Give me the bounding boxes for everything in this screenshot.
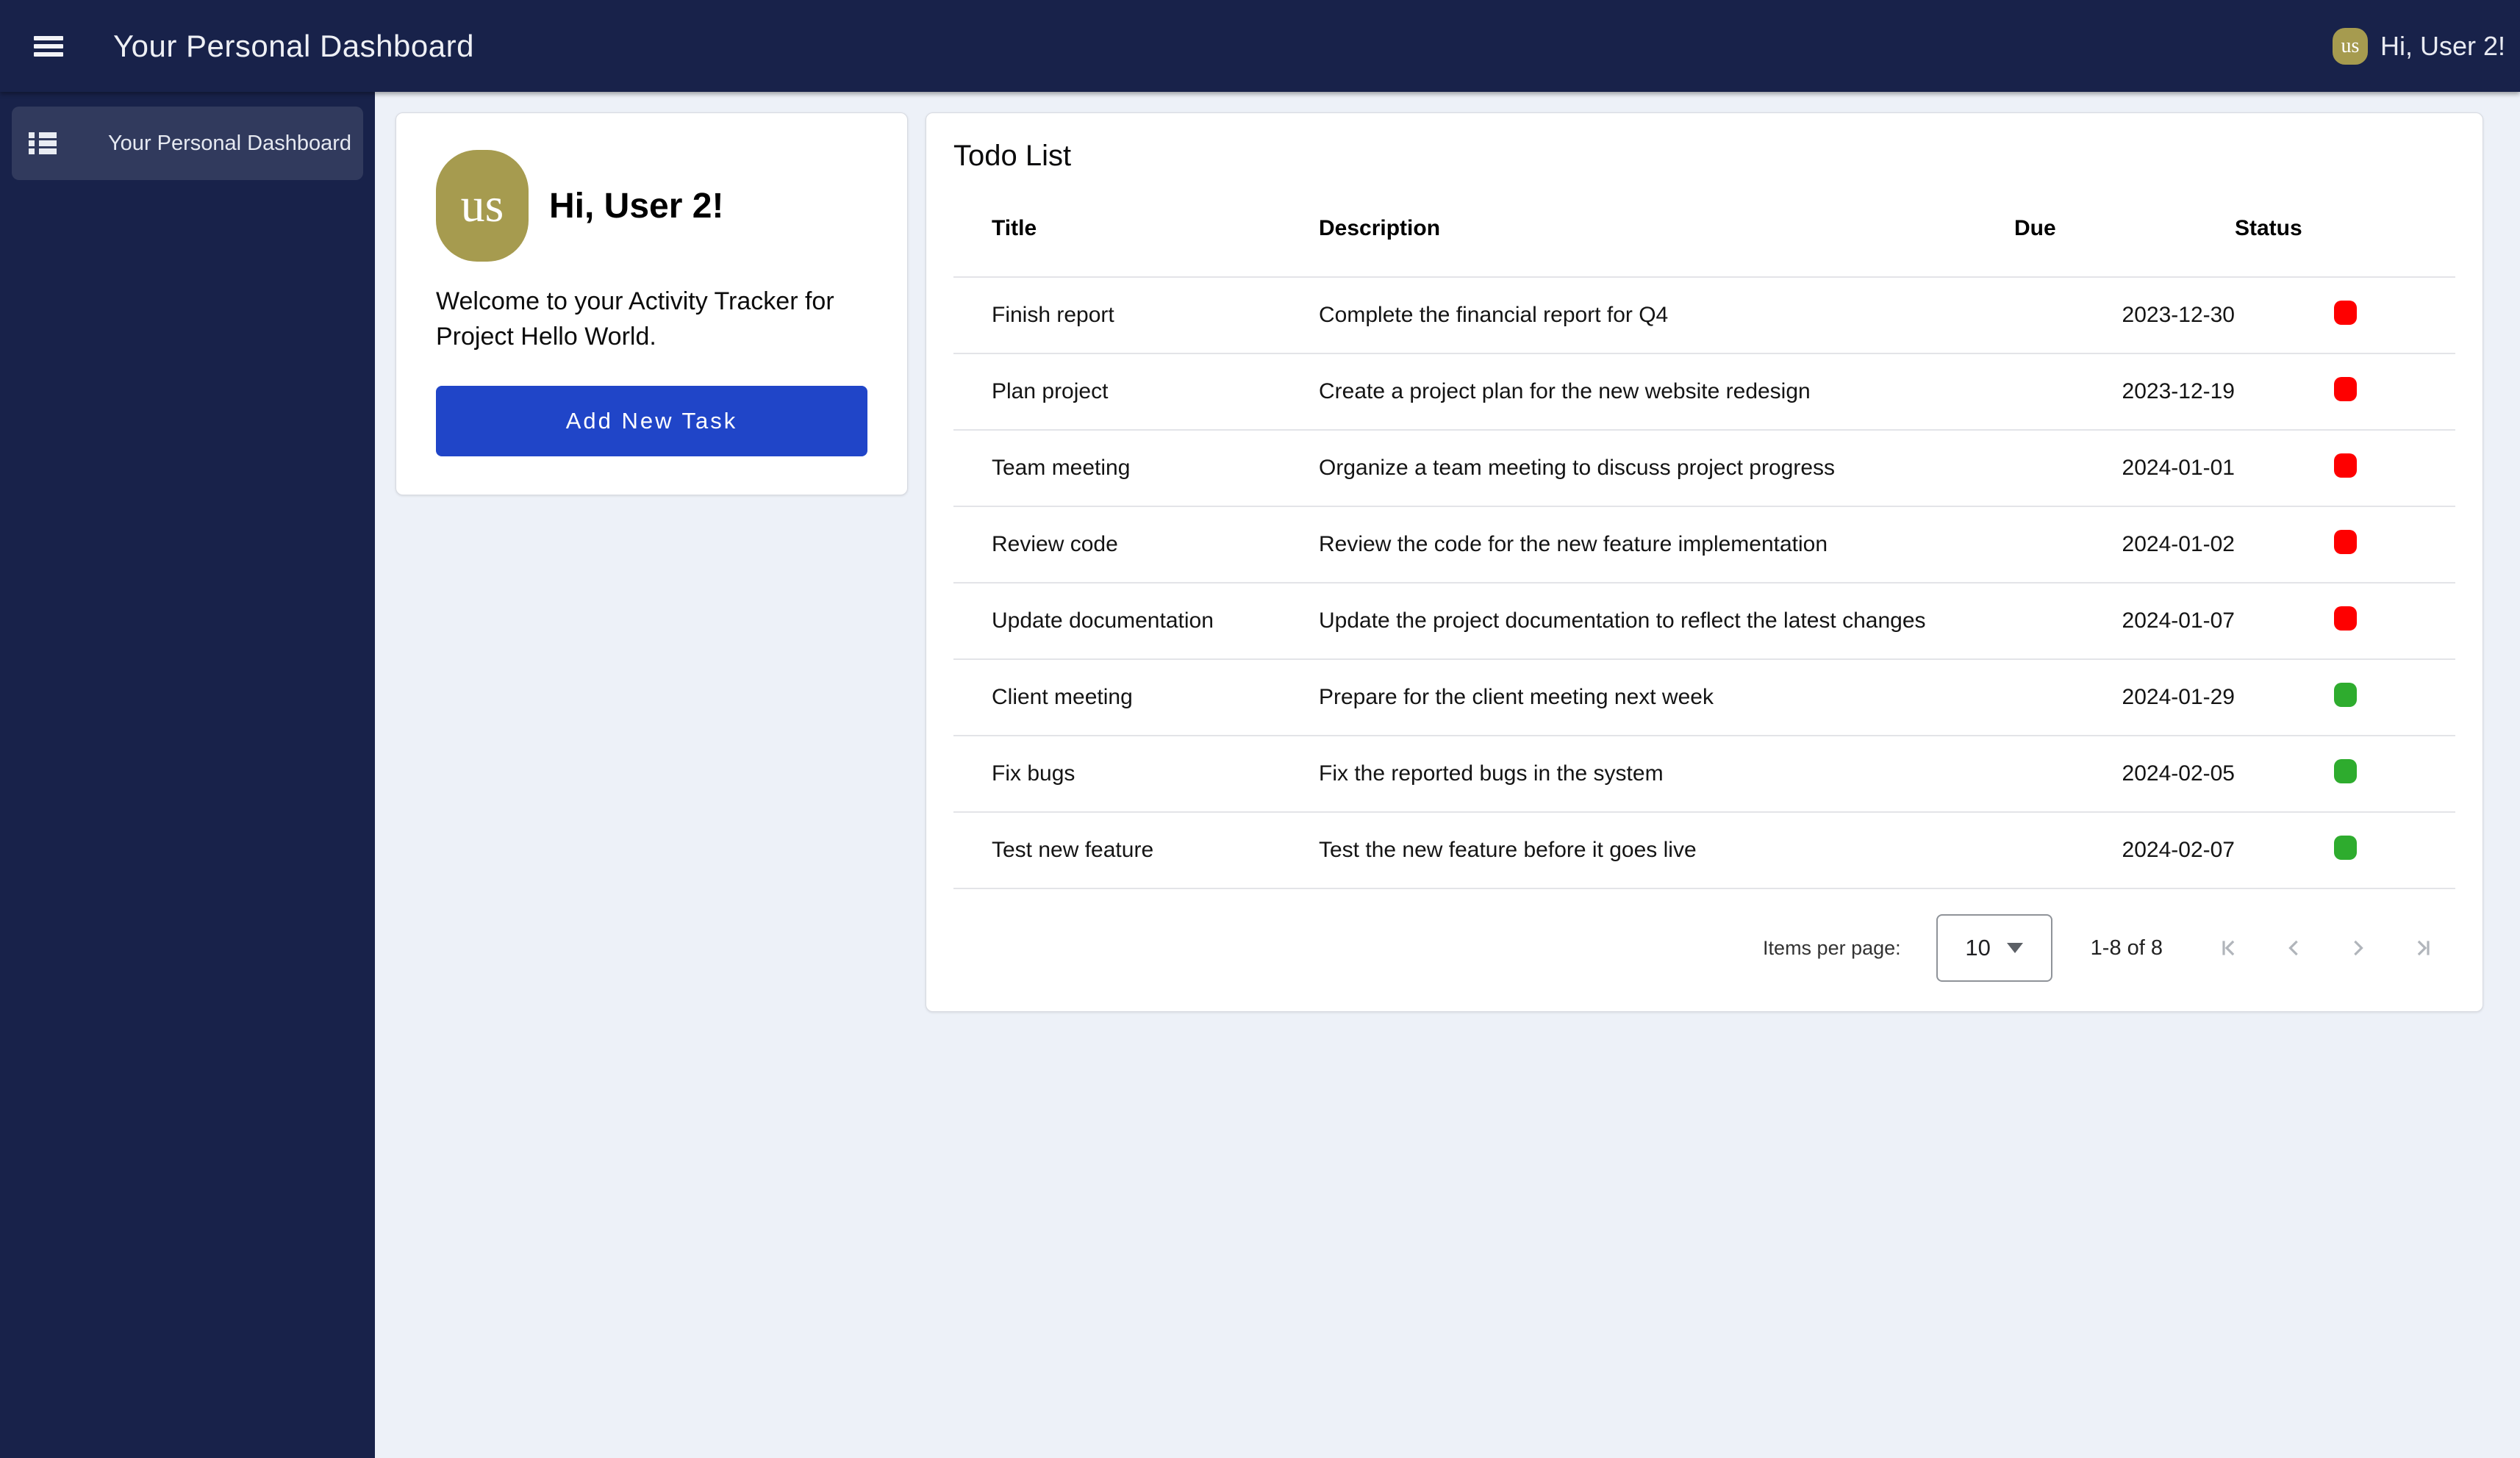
navbar-user-area: us Hi, User 2!	[2333, 28, 2505, 65]
status-indicator	[2334, 453, 2357, 478]
chevron-right-icon	[2345, 935, 2372, 961]
welcome-card: us Hi, User 2! Welcome to your Activity …	[395, 112, 908, 495]
list-icon	[29, 131, 57, 156]
cell-due: 2024-02-07	[2014, 812, 2235, 888]
chevron-down-icon	[2007, 943, 2023, 953]
main-content: us Hi, User 2! Welcome to your Activity …	[375, 92, 2520, 1458]
todo-table: Title Description Due Status Finish repo…	[953, 180, 2455, 889]
top-navbar: Your Personal Dashboard us Hi, User 2!	[0, 0, 2520, 92]
cell-due: 2023-12-30	[2014, 277, 2235, 353]
status-indicator	[2334, 759, 2357, 783]
cell-due: 2024-01-01	[2014, 430, 2235, 506]
first-page-button[interactable]	[2197, 916, 2261, 980]
column-header-status: Status	[2235, 180, 2455, 277]
last-page-button[interactable]	[2391, 916, 2455, 980]
table-row: Client meeting Prepare for the client me…	[953, 659, 2455, 736]
user-avatar: us	[2333, 28, 2368, 65]
welcome-card-header: us Hi, User 2!	[436, 150, 867, 262]
column-header-description: Description	[1319, 180, 2014, 277]
cell-description: Update the project documentation to refl…	[1319, 583, 2014, 659]
cell-status	[2235, 583, 2455, 659]
page-size-value: 10	[1965, 935, 1990, 961]
cell-description: Test the new feature before it goes live	[1319, 812, 2014, 888]
cell-title: Fix bugs	[953, 736, 1319, 812]
cell-description: Complete the financial report for Q4	[1319, 277, 2014, 353]
cell-due: 2024-01-07	[2014, 583, 2235, 659]
table-row: Fix bugs Fix the reported bugs in the sy…	[953, 736, 2455, 812]
paginator: Items per page: 10 1-8 of 8	[953, 889, 2455, 982]
app-title: Your Personal Dashboard	[113, 29, 474, 64]
cell-due: 2024-01-02	[2014, 506, 2235, 583]
cell-due: 2023-12-19	[2014, 353, 2235, 430]
cell-description: Prepare for the client meeting next week	[1319, 659, 2014, 736]
todo-list-title: Todo List	[953, 140, 2455, 173]
table-row: Update documentation Update the project …	[953, 583, 2455, 659]
cell-due: 2024-01-29	[2014, 659, 2235, 736]
welcome-heading: Hi, User 2!	[549, 186, 723, 226]
items-per-page-select[interactable]: 10	[1936, 914, 2052, 982]
status-indicator	[2334, 301, 2357, 325]
paginator-range-label: 1-8 of 8	[2091, 936, 2163, 960]
cell-status	[2235, 353, 2455, 430]
cell-title: Finish report	[953, 277, 1319, 353]
next-page-button[interactable]	[2326, 916, 2391, 980]
user-greeting: Hi, User 2!	[2380, 31, 2505, 62]
todo-table-header: Title Description Due Status	[953, 180, 2455, 277]
cell-status	[2235, 506, 2455, 583]
cell-title: Review code	[953, 506, 1319, 583]
cell-description: Create a project plan for the new websit…	[1319, 353, 2014, 430]
todo-list-card: Todo List Title Description Due Status F…	[926, 112, 2483, 1012]
status-indicator	[2334, 836, 2357, 860]
cell-description: Fix the reported bugs in the system	[1319, 736, 2014, 812]
last-page-icon	[2410, 935, 2436, 961]
table-row: Finish report Complete the financial rep…	[953, 277, 2455, 353]
welcome-message: Welcome to your Activity Tracker for Pro…	[436, 284, 848, 355]
table-row: Plan project Create a project plan for t…	[953, 353, 2455, 430]
cell-title: Plan project	[953, 353, 1319, 430]
status-indicator	[2334, 530, 2357, 554]
cell-title: Team meeting	[953, 430, 1319, 506]
cell-title: Client meeting	[953, 659, 1319, 736]
sidebar-item-label: Your Personal Dashboard	[108, 132, 351, 156]
status-indicator	[2334, 377, 2357, 401]
items-per-page-label: Items per page:	[1763, 937, 1901, 960]
table-row: Test new feature Test the new feature be…	[953, 812, 2455, 888]
status-indicator	[2334, 683, 2357, 707]
cell-status	[2235, 277, 2455, 353]
sidebar: Your Personal Dashboard	[0, 92, 375, 1458]
cell-description: Review the code for the new feature impl…	[1319, 506, 2014, 583]
hamburger-icon	[34, 36, 63, 40]
first-page-icon	[2216, 935, 2242, 961]
cell-title: Update documentation	[953, 583, 1319, 659]
cell-due: 2024-02-05	[2014, 736, 2235, 812]
cell-description: Organize a team meeting to discuss proje…	[1319, 430, 2014, 506]
cell-status	[2235, 736, 2455, 812]
status-indicator	[2334, 606, 2357, 631]
sidebar-item-dashboard[interactable]: Your Personal Dashboard	[12, 107, 363, 180]
user-avatar-large: us	[436, 150, 529, 262]
hamburger-menu-button[interactable]	[34, 31, 65, 62]
cell-title: Test new feature	[953, 812, 1319, 888]
cell-status	[2235, 659, 2455, 736]
table-row: Review code Review the code for the new …	[953, 506, 2455, 583]
cell-status	[2235, 812, 2455, 888]
table-row: Team meeting Organize a team meeting to …	[953, 430, 2455, 506]
previous-page-button[interactable]	[2261, 916, 2326, 980]
chevron-left-icon	[2280, 935, 2307, 961]
column-header-due: Due	[2014, 180, 2235, 277]
add-new-task-button[interactable]: Add New Task	[436, 386, 867, 456]
cell-status	[2235, 430, 2455, 506]
column-header-title: Title	[953, 180, 1319, 277]
